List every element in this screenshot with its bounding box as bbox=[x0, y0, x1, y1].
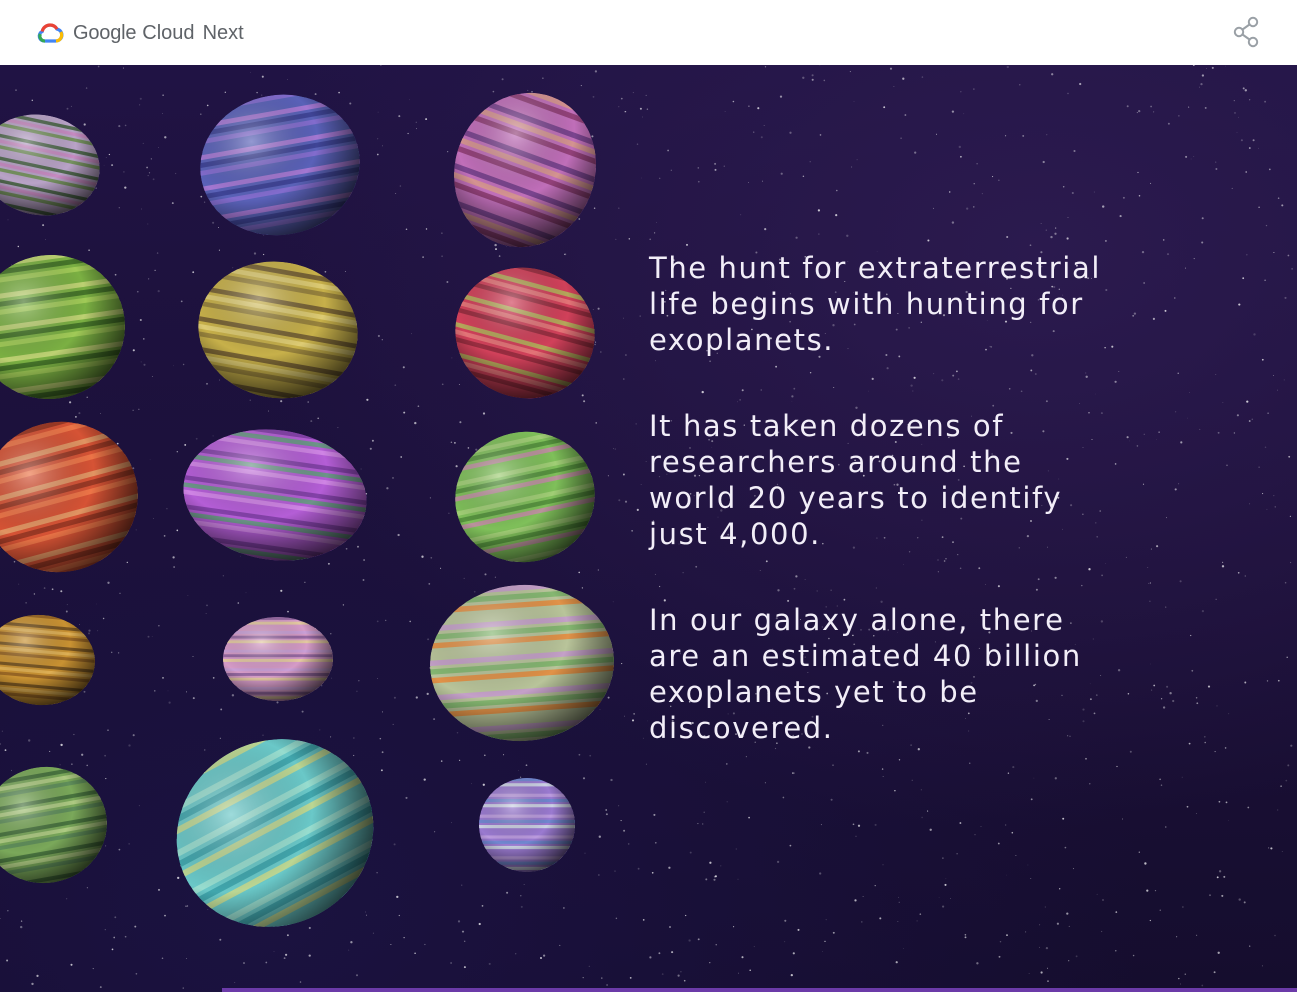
planet bbox=[0, 245, 134, 406]
top-header: Google Cloud Next bbox=[0, 0, 1297, 65]
planet bbox=[189, 82, 371, 245]
story-progress-bar bbox=[222, 988, 1297, 992]
story-paragraph-2: It has taken dozens of researchers aroun… bbox=[649, 409, 1063, 551]
share-icon bbox=[1233, 16, 1259, 48]
brand-next: Next bbox=[202, 21, 244, 44]
planet bbox=[143, 704, 405, 958]
story-paragraph-1: The hunt for extraterrestrial life begin… bbox=[649, 251, 1101, 357]
planet bbox=[175, 417, 376, 570]
planet bbox=[187, 249, 369, 409]
google-cloud-next-logo[interactable]: Google Cloud Next bbox=[36, 18, 244, 48]
share-button[interactable] bbox=[1226, 12, 1266, 52]
brand-google: Google bbox=[73, 21, 137, 44]
planet bbox=[0, 610, 99, 708]
planet bbox=[0, 757, 116, 891]
planet bbox=[424, 578, 619, 744]
exoplanet-scene: The hunt for extraterrestrial life begin… bbox=[0, 65, 1297, 992]
planet bbox=[0, 103, 110, 225]
planet bbox=[0, 404, 154, 587]
story-text: The hunt for extraterrestrial life begin… bbox=[649, 250, 1109, 796]
planet bbox=[443, 418, 607, 573]
planet bbox=[433, 72, 618, 265]
brand-cloud: Cloud bbox=[142, 21, 195, 44]
planet bbox=[479, 778, 575, 872]
google-cloud-logo-icon bbox=[37, 23, 64, 43]
planet bbox=[441, 252, 610, 412]
planet bbox=[223, 617, 333, 701]
story-paragraph-3: In our galaxy alone, there are an estima… bbox=[649, 603, 1082, 745]
